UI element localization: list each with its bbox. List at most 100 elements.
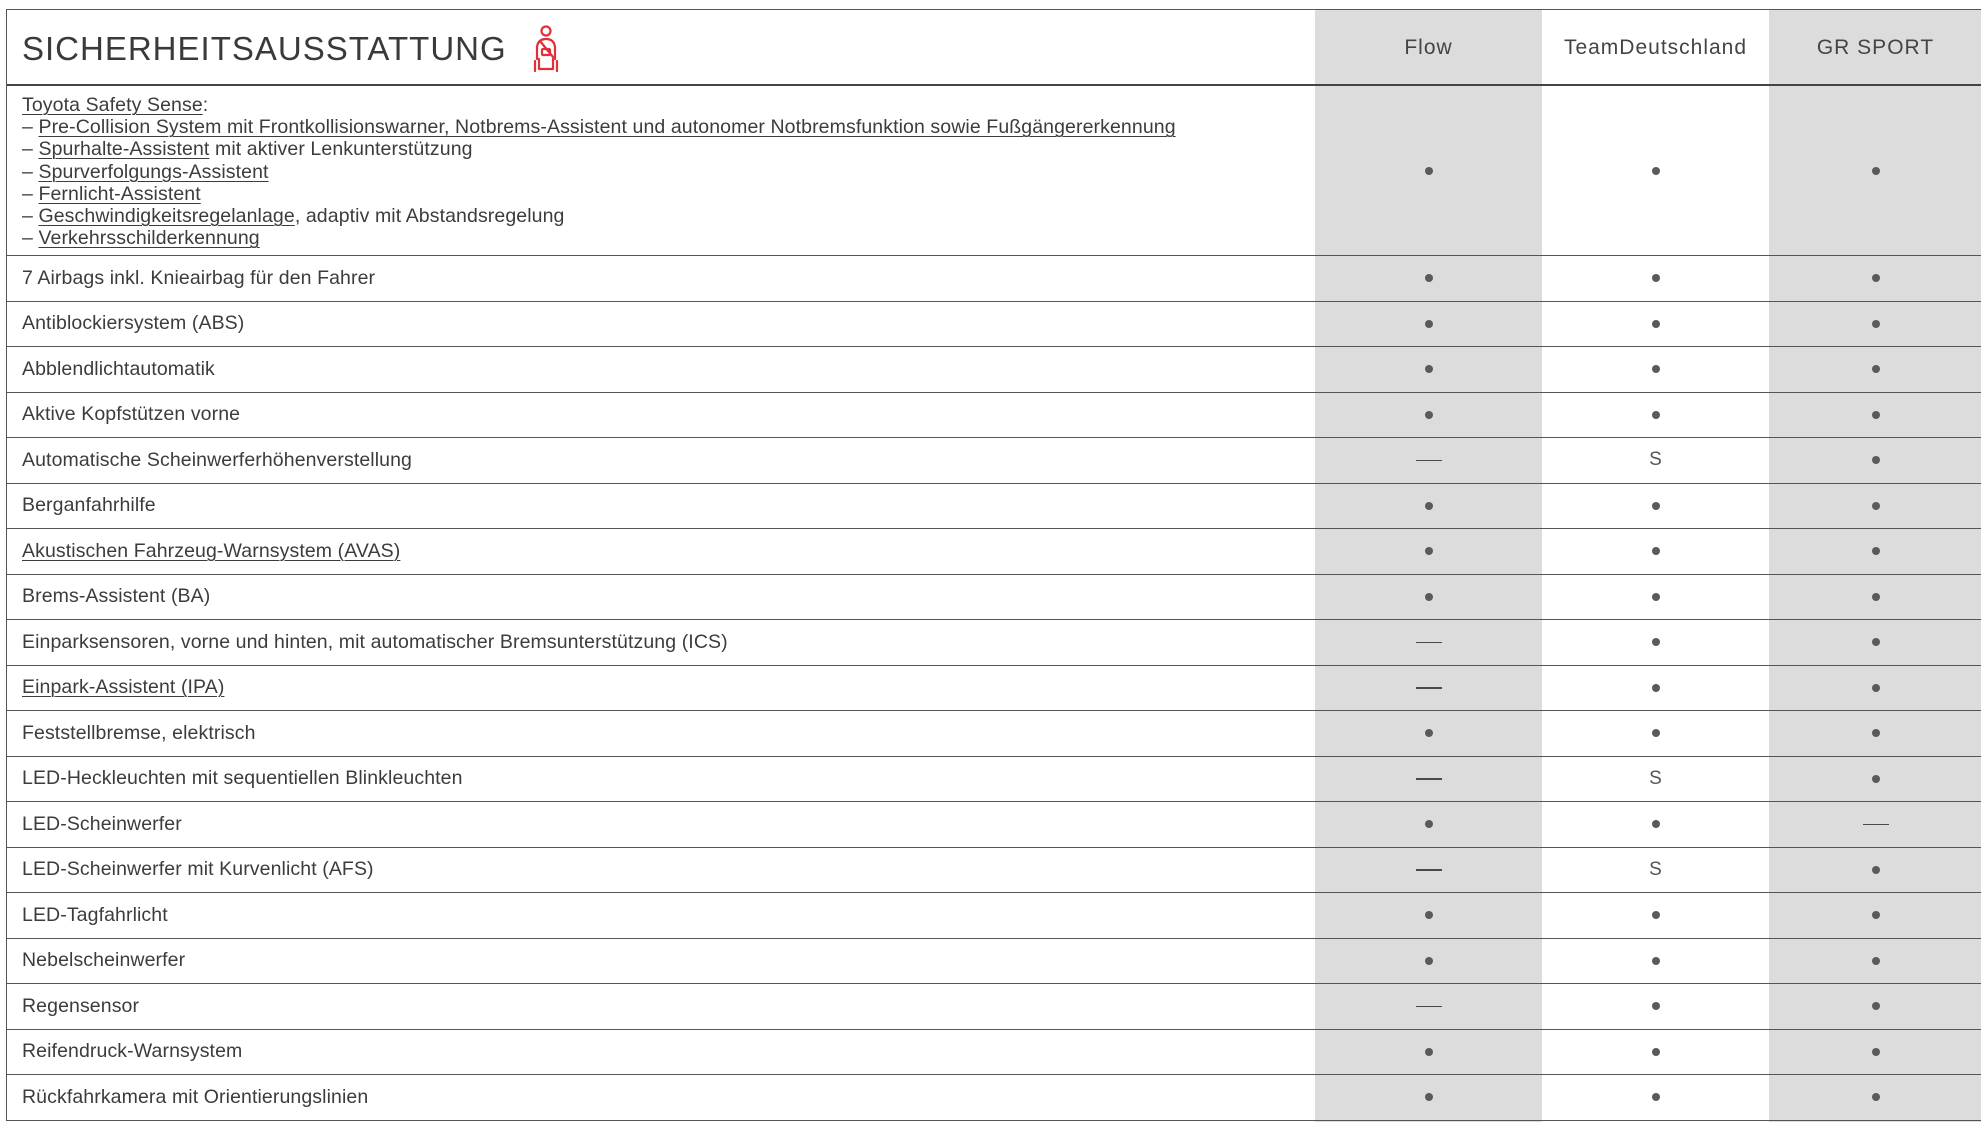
item-prefix: – xyxy=(22,116,39,139)
item-link[interactable]: Pre-Collision System mit Frontkollisions… xyxy=(38,116,1175,138)
standard-dot-icon xyxy=(1651,592,1660,601)
standard-dot-icon xyxy=(1424,274,1433,283)
not-available-dash-icon xyxy=(1415,869,1442,871)
standard-dot-icon xyxy=(1651,729,1660,738)
row-label: LED-Scheinwerfer mit Kurvenlicht (AFS) xyxy=(7,848,1315,893)
standard-dot-icon xyxy=(1871,501,1880,510)
standard-dot-icon xyxy=(1651,956,1660,965)
value-gr-sport xyxy=(1769,1030,1981,1075)
value-gr-sport xyxy=(1769,302,1981,347)
value-team-deutschland xyxy=(1542,575,1769,620)
standard-dot-icon xyxy=(1651,683,1660,692)
table-row: Automatische Scheinwerferhöhenverstellun… xyxy=(7,438,1981,484)
item-prefix: – xyxy=(22,205,39,228)
safety-sense-item: – Spurverfolgungs-Assistent xyxy=(22,161,1176,183)
value-flow xyxy=(1315,347,1542,392)
standard-dot-icon xyxy=(1424,592,1433,601)
standard-dot-icon xyxy=(1871,865,1880,874)
feature-label: Brems-Assistent (BA) xyxy=(22,585,211,608)
toyota-safety-sense-link[interactable]: Toyota Safety Sense xyxy=(22,94,203,116)
item-link[interactable]: Verkehrsschilderkennung xyxy=(38,227,259,249)
not-available-dash-icon xyxy=(1415,687,1442,689)
standard-dot-icon xyxy=(1651,1047,1660,1056)
standard-dot-icon xyxy=(1871,456,1880,465)
standard-dot-icon xyxy=(1651,1093,1660,1102)
table-row: Reifendruck-Warnsystem xyxy=(7,1030,1981,1075)
value-flow xyxy=(1315,575,1542,620)
value-gr-sport xyxy=(1769,757,1981,802)
item-link[interactable]: Fernlicht-Assistent xyxy=(38,183,200,205)
value-gr-sport xyxy=(1769,347,1981,392)
row-label: Reifendruck-Warnsystem xyxy=(7,1030,1315,1075)
feature-link[interactable]: Einpark-Assistent (IPA) xyxy=(22,676,224,699)
row-label: LED-Scheinwerfer xyxy=(7,802,1315,847)
standard-dot-icon xyxy=(1651,911,1660,920)
value-flow xyxy=(1315,893,1542,938)
value-flow xyxy=(1315,529,1542,574)
column-header-text: Deutschland xyxy=(1619,35,1748,59)
value-flow xyxy=(1315,438,1542,483)
value-gr-sport xyxy=(1769,393,1981,438)
item-link[interactable]: Geschwindigkeitsregelanlage xyxy=(38,205,294,227)
column-header-text: Team xyxy=(1563,35,1620,59)
value-flow xyxy=(1315,666,1542,711)
standard-dot-icon xyxy=(1871,774,1880,783)
item-link[interactable]: Spurhalte-Assistent xyxy=(38,138,209,160)
table-row: Abblendlichtautomatik xyxy=(7,347,1981,393)
standard-dot-icon xyxy=(1651,638,1660,647)
column-header-gr-sport: GR SPORT xyxy=(1769,10,1981,84)
table-row: Akustischen Fahrzeug-Warnsystem (AVAS) xyxy=(7,529,1981,575)
standard-dot-icon xyxy=(1651,547,1660,556)
standard-dot-icon xyxy=(1871,166,1880,175)
standard-dot-icon xyxy=(1651,319,1660,328)
row-label: Nebelscheinwerfer xyxy=(7,939,1315,984)
value-gr-sport xyxy=(1769,939,1981,984)
table-row: LED-Tagfahrlicht xyxy=(7,893,1981,939)
standard-dot-icon xyxy=(1871,638,1880,647)
table-row: Rückfahrkamera mit Orientierungslinien xyxy=(7,1075,1981,1121)
standard-dot-icon xyxy=(1871,319,1880,328)
table-row: Antiblockiersystem (ABS) xyxy=(7,302,1981,347)
item-prefix: – xyxy=(22,182,39,205)
row-label: Aktive Kopfstützen vorne xyxy=(7,393,1315,438)
value-flow xyxy=(1315,802,1542,847)
value-flow xyxy=(1315,393,1542,438)
standard-dot-icon xyxy=(1871,1093,1880,1102)
value-team-deutschland xyxy=(1542,393,1769,438)
column-header-flow: Flow xyxy=(1315,10,1542,84)
feature-label: Feststellbremse, elektrisch xyxy=(22,721,256,744)
not-available-dash-icon xyxy=(1415,778,1442,780)
feature-label: Reifendruck-Warnsystem xyxy=(22,1040,243,1063)
feature-label: Automatische Scheinwerferhöhenverstellun… xyxy=(22,448,412,471)
section-title: SICHERHEITSAUSSTATTUNG xyxy=(22,21,561,73)
value-gr-sport xyxy=(1769,575,1981,620)
table-row: Brems-Assistent (BA) xyxy=(7,575,1981,620)
item-prefix: – xyxy=(22,160,39,183)
standard-dot-icon xyxy=(1651,501,1660,510)
value-gr-sport xyxy=(1769,256,1981,301)
table-row: Regensensor xyxy=(7,984,1981,1030)
item-link[interactable]: Spurverfolgungs-Assistent xyxy=(38,161,268,183)
item-suffix: , adaptiv mit Abstandsregelung xyxy=(294,205,565,228)
feature-label: Abblendlichtautomatik xyxy=(22,357,215,380)
standard-dot-icon xyxy=(1424,410,1433,419)
table-row: LED-Scheinwerfer mit Kurvenlicht (AFS) S xyxy=(7,848,1981,893)
row-label: LED-Heckleuchten mit sequentiellen Blink… xyxy=(7,757,1315,802)
standard-dot-icon xyxy=(1651,274,1660,283)
standard-dot-icon xyxy=(1424,166,1433,175)
value-flow xyxy=(1315,757,1542,802)
seatbelt-icon xyxy=(533,25,558,73)
safety-sense-item: – Spurhalte-Assistent mit aktiver Lenkun… xyxy=(22,138,1176,160)
standard-dot-icon xyxy=(1871,274,1880,283)
feature-link[interactable]: Akustischen Fahrzeug-Warnsystem (AVAS) xyxy=(22,540,400,563)
value-gr-sport xyxy=(1769,802,1981,847)
table-row: Einparksensoren, vorne und hinten, mit a… xyxy=(7,620,1981,666)
value-team-deutschland xyxy=(1542,529,1769,574)
value-team-deutschland xyxy=(1542,711,1769,756)
row-label: Antiblockiersystem (ABS) xyxy=(7,302,1315,347)
value-flow xyxy=(1315,86,1542,255)
standard-dot-icon xyxy=(1424,1093,1433,1102)
table-row: Feststellbremse, elektrisch xyxy=(7,711,1981,757)
value-flow xyxy=(1315,939,1542,984)
standard-dot-icon xyxy=(1424,956,1433,965)
